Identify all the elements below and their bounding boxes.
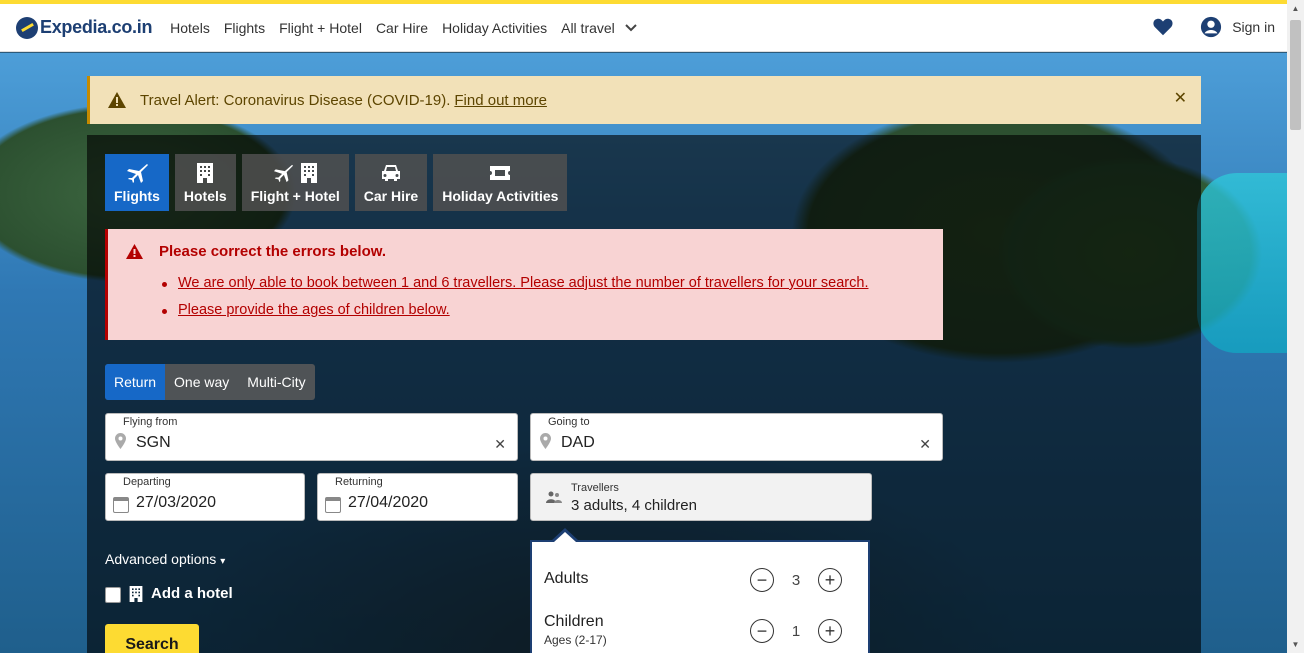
add-hotel-label: Add a hotel	[151, 585, 233, 602]
children-count: 1	[791, 622, 801, 640]
double-chevron-down-icon: ▾	[220, 556, 226, 567]
tab-hotels-label: Hotels	[183, 187, 227, 204]
travel-alert-banner: Travel Alert: Coronavirus Disease (COVID…	[87, 76, 1201, 124]
adults-increase-icon[interactable]: +	[818, 568, 842, 592]
account-icon[interactable]	[1200, 16, 1222, 38]
tab-holiday-activities-label: Holiday Activities	[442, 187, 559, 204]
advanced-options-label: Advanced options	[105, 551, 217, 567]
nav-car-hire[interactable]: Car Hire	[376, 20, 428, 36]
travellers-label: Travellers	[571, 482, 619, 494]
nav-all-travel[interactable]: All travel	[561, 20, 637, 36]
nav-hotels[interactable]: Hotels	[170, 20, 210, 36]
calendar-icon	[113, 497, 129, 513]
tab-flights[interactable]: Flights	[105, 154, 169, 211]
search-button[interactable]: Search	[105, 624, 199, 653]
site-header: Expedia.co.in Hotels Flights Flight + Ho…	[0, 4, 1287, 52]
chevron-down-icon	[625, 21, 637, 35]
popover-arrow-inner	[554, 532, 576, 542]
returning-value: 27/04/2020	[348, 494, 429, 511]
tab-hotels[interactable]: Hotels	[174, 154, 236, 211]
adults-stepper: − 3 +	[750, 568, 842, 592]
error-title-row: Please correct the errors below.	[126, 243, 386, 260]
travellers-popover: Adults − 3 + Children Ages (2-17) − 1 +	[530, 540, 870, 653]
error-item: We are only able to book between 1 and 6…	[162, 275, 868, 291]
tab-holiday-activities[interactable]: Holiday Activities	[433, 154, 568, 211]
traveller-count-error-link[interactable]: We are only able to book between 1 and 6…	[178, 275, 868, 291]
trip-type-multi-city[interactable]: Multi-City	[238, 364, 314, 400]
scroll-thumb[interactable]	[1290, 20, 1301, 130]
advanced-options-toggle[interactable]: Advanced options ▾	[105, 551, 225, 567]
add-hotel-option: Add a hotel	[105, 584, 233, 603]
adults-count: 3	[791, 571, 801, 589]
error-warning-icon	[126, 244, 143, 259]
travellers-value: 3 adults, 4 children	[571, 497, 697, 514]
flying-from-label: Flying from	[123, 416, 178, 428]
tab-car-hire[interactable]: Car Hire	[354, 154, 428, 211]
add-hotel-checkbox[interactable]	[105, 587, 121, 603]
plane-building-icon	[273, 162, 318, 184]
warning-icon	[108, 92, 126, 108]
adults-decrease-icon[interactable]: −	[750, 568, 774, 592]
sign-in-link[interactable]: Sign in	[1232, 19, 1275, 35]
departing-label: Departing	[123, 476, 171, 488]
page-scrollbar[interactable]: ▲ ▼	[1287, 0, 1304, 653]
error-title: Please correct the errors below.	[159, 243, 387, 260]
globe-plane-icon	[16, 16, 38, 39]
scroll-down-icon[interactable]: ▼	[1287, 636, 1304, 653]
ticket-icon	[490, 162, 511, 184]
going-to-value: DAD	[561, 434, 595, 451]
building-icon	[197, 162, 214, 184]
child-ages-error-link[interactable]: Please provide the ages of children belo…	[178, 302, 450, 318]
tab-flight-hotel-label: Flight + Hotel	[250, 187, 340, 204]
clear-icon[interactable]: ✕	[919, 436, 931, 453]
nav-flight-hotel[interactable]: Flight + Hotel	[279, 20, 362, 36]
error-item: Please provide the ages of children belo…	[162, 302, 868, 318]
travellers-icon	[546, 491, 562, 503]
error-list: We are only able to book between 1 and 6…	[162, 275, 868, 329]
all-travel-label: All travel	[561, 19, 615, 36]
flying-from-value: SGN	[136, 434, 171, 451]
product-tabs: Flights Hotels Flight + Hotel Car Hire H…	[105, 154, 573, 211]
clear-icon[interactable]: ✕	[494, 436, 506, 453]
children-increase-icon[interactable]: +	[818, 619, 842, 643]
heart-icon[interactable]	[1152, 16, 1174, 38]
tab-flights-label: Flights	[114, 187, 160, 204]
trip-type-return[interactable]: Return	[105, 364, 166, 400]
going-to-label: Going to	[548, 416, 590, 428]
location-pin-icon	[540, 433, 551, 449]
find-out-more-link[interactable]: Find out more	[454, 92, 547, 109]
trip-type-one-way[interactable]: One way	[165, 364, 238, 400]
plane-icon	[126, 162, 148, 184]
car-icon	[381, 162, 401, 184]
alert-text: Travel Alert: Coronavirus Disease (COVID…	[140, 91, 451, 109]
expedia-logo[interactable]: Expedia.co.in	[16, 16, 153, 39]
calendar-icon	[325, 497, 341, 513]
scroll-up-icon[interactable]: ▲	[1287, 0, 1304, 17]
error-summary: Please correct the errors below. We are …	[105, 229, 943, 340]
nav-holiday-activities[interactable]: Holiday Activities	[442, 20, 547, 36]
departing-value: 27/03/2020	[136, 494, 217, 511]
tab-car-hire-label: Car Hire	[363, 187, 419, 204]
flying-from-field[interactable]: Flying from SGN ✕	[105, 413, 518, 461]
nav-flights[interactable]: Flights	[224, 20, 265, 36]
building-icon	[129, 585, 143, 602]
adults-row: Adults − 3 +	[544, 568, 854, 592]
header-actions: Sign in	[1152, 16, 1275, 38]
travellers-field[interactable]: Travellers 3 adults, 4 children	[530, 473, 872, 521]
tab-flight-hotel[interactable]: Flight + Hotel	[241, 154, 349, 211]
going-to-field[interactable]: Going to DAD ✕	[530, 413, 943, 461]
children-stepper: − 1 +	[750, 619, 842, 643]
main-nav: Hotels Flights Flight + Hotel Car Hire H…	[160, 20, 641, 36]
location-pin-icon	[115, 433, 126, 449]
close-icon[interactable]: ✕	[1174, 88, 1187, 108]
children-row: Children Ages (2-17) − 1 +	[544, 613, 854, 647]
children-decrease-icon[interactable]: −	[750, 619, 774, 643]
trip-type-toggle: Return One way Multi-City	[105, 364, 315, 400]
returning-label: Returning	[335, 476, 383, 488]
logo-text: Expedia.co.in	[40, 17, 153, 37]
returning-date-field[interactable]: Returning 27/04/2020	[317, 473, 518, 521]
departing-date-field[interactable]: Departing 27/03/2020	[105, 473, 305, 521]
